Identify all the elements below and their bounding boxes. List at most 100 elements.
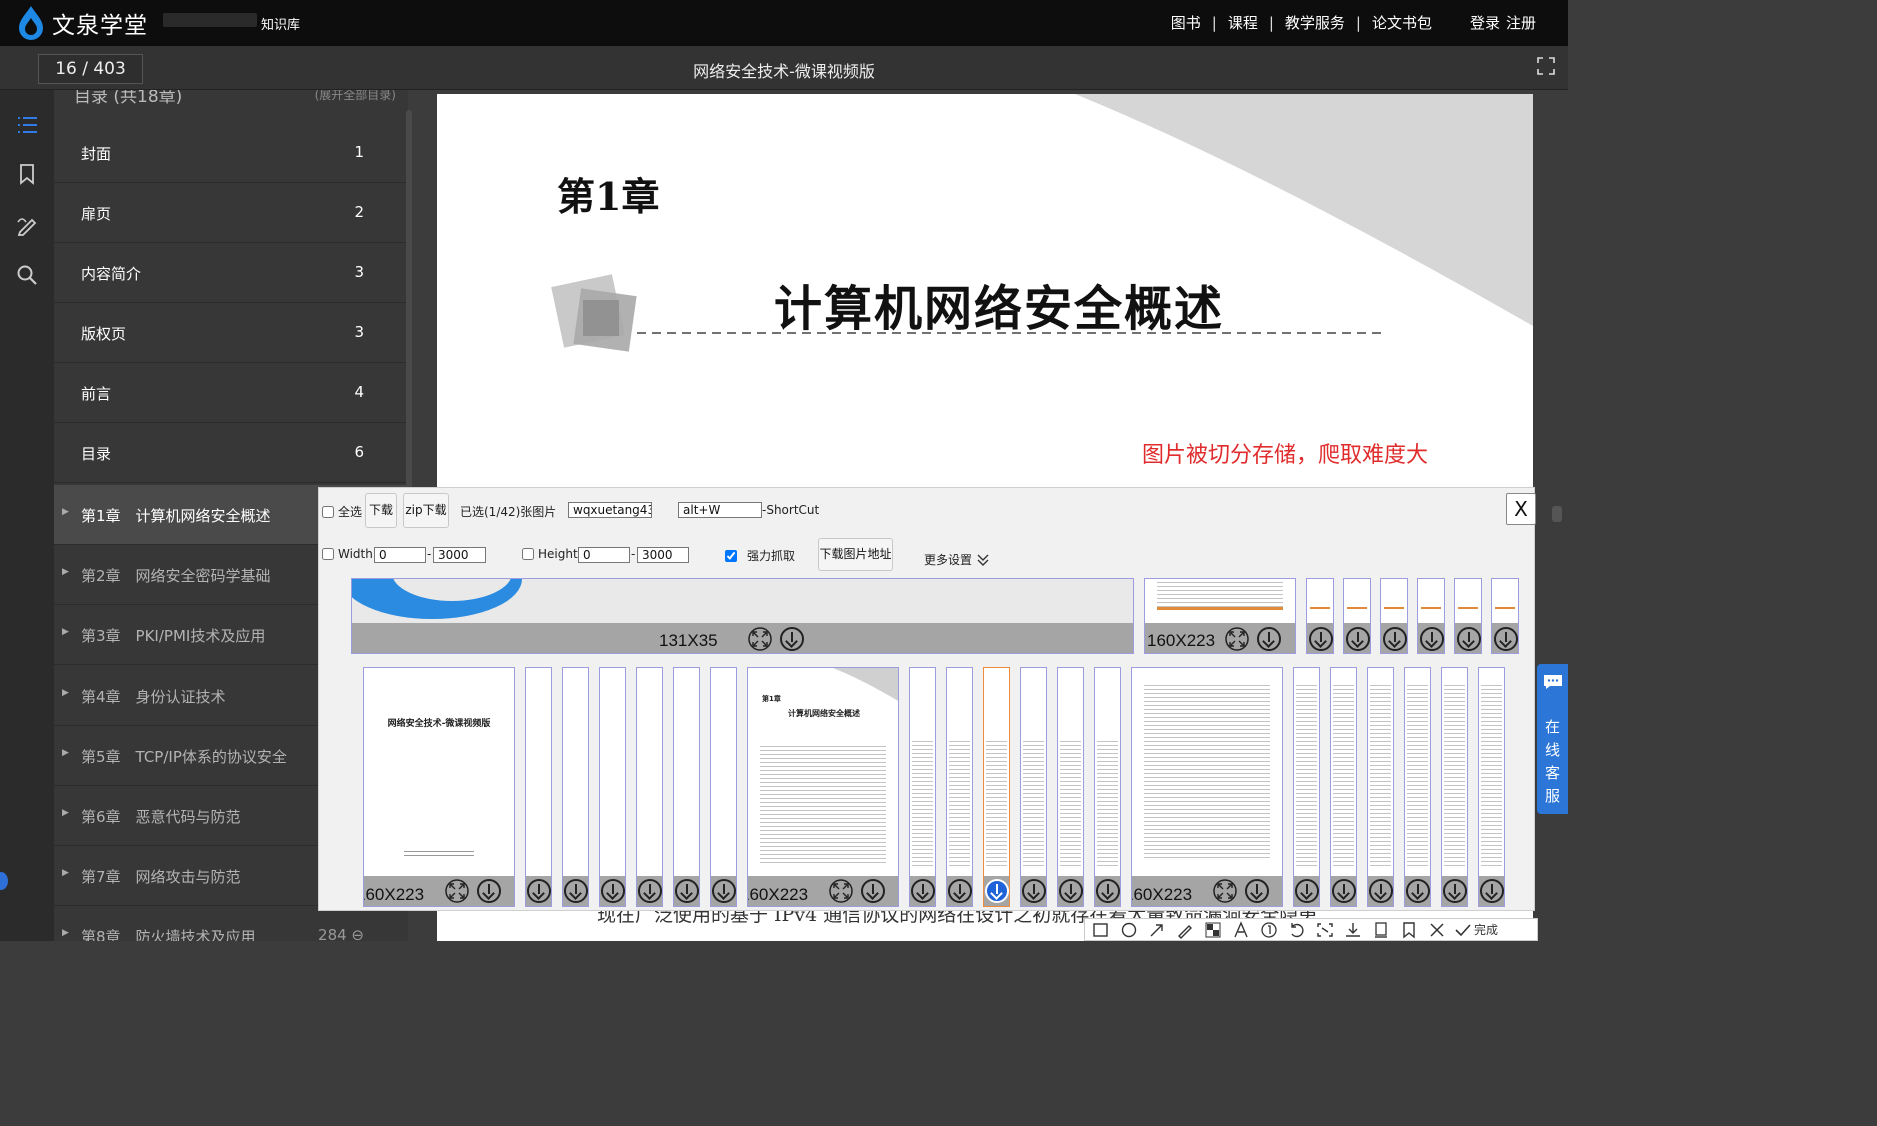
download-icon[interactable] [1245, 879, 1269, 903]
shortcut-input[interactable]: alt+W [678, 502, 762, 518]
image-thumbnail-strip[interactable] [1094, 667, 1121, 907]
image-thumbnail-chapter-page[interactable]: 第1章 计算机网络安全概述 160X223 [747, 667, 899, 907]
number-marker-icon[interactable] [1259, 921, 1279, 939]
image-thumbnail-strip[interactable] [1343, 578, 1371, 654]
download-icon[interactable] [1420, 627, 1444, 651]
height-min-input[interactable]: 0 [578, 547, 630, 563]
image-thumbnail-page[interactable]: 160X223 [1144, 578, 1296, 654]
download-image-urls-button[interactable]: 下载图片地址 [818, 538, 893, 571]
expand-arrow-icon[interactable]: ▶ [62, 567, 69, 577]
rectangle-tool-icon[interactable] [1091, 921, 1111, 939]
pin-icon[interactable] [1371, 921, 1391, 939]
expand-arrow-icon[interactable]: ▶ [62, 928, 69, 938]
image-thumbnail-strip[interactable] [946, 667, 973, 907]
download-icon[interactable] [1457, 627, 1481, 651]
download-icon[interactable] [780, 627, 804, 651]
image-thumbnail-title-page[interactable]: 网络安全技术-微课视频版 160X223 [363, 667, 515, 907]
image-thumbnail-strip[interactable] [525, 667, 552, 907]
toc-item-preface[interactable]: 前言 4 [54, 363, 408, 423]
pen-tool-icon[interactable] [1175, 921, 1195, 939]
expand-icon[interactable] [445, 879, 469, 903]
fullscreen-icon[interactable] [1537, 57, 1555, 75]
image-thumbnail-strip[interactable] [1454, 578, 1482, 654]
toc-item-title-page[interactable]: 扉页 2 [54, 183, 408, 243]
expand-arrow-icon[interactable]: ▶ [62, 748, 69, 758]
height-filter-checkbox[interactable] [522, 548, 534, 560]
download-icon[interactable] [675, 879, 699, 903]
toc-expand-all-link[interactable]: (展开全部目录) [315, 90, 396, 103]
mosaic-tool-icon[interactable] [1203, 921, 1223, 939]
expand-arrow-icon[interactable]: ▶ [62, 808, 69, 818]
width-max-input[interactable]: 3000 [433, 547, 486, 563]
image-thumbnail-strip[interactable] [1441, 667, 1468, 907]
bookmark-tool-icon[interactable] [1399, 921, 1419, 939]
image-thumbnail-logo[interactable]: 131X35 [351, 578, 1134, 654]
bookmark-icon[interactable] [16, 163, 38, 185]
image-thumbnail-strip[interactable] [636, 667, 663, 907]
expand-arrow-icon[interactable]: ▶ [62, 688, 69, 698]
login-link[interactable]: 登录 [1470, 12, 1500, 33]
image-thumbnail-strip[interactable] [1417, 578, 1445, 654]
download-icon[interactable] [601, 879, 625, 903]
image-thumbnail-strip[interactable] [1404, 667, 1431, 907]
crop-icon[interactable] [1315, 921, 1335, 939]
nav-link-courses[interactable]: 课程 [1228, 12, 1258, 33]
save-download-icon[interactable] [1343, 921, 1363, 939]
download-icon[interactable] [948, 879, 972, 903]
download-icon[interactable] [564, 879, 588, 903]
image-thumbnail-strip[interactable] [1367, 667, 1394, 907]
image-thumbnail-strip[interactable] [1380, 578, 1408, 654]
close-panel-button[interactable]: X [1506, 493, 1536, 525]
expand-icon[interactable] [829, 879, 853, 903]
expand-icon[interactable] [748, 627, 772, 651]
download-icon[interactable] [1494, 627, 1518, 651]
knowledge-base-label[interactable]: 知识库 [261, 14, 300, 33]
toc-item-contents[interactable]: 目录 6 [54, 423, 408, 483]
download-icon[interactable] [1309, 627, 1333, 651]
annotate-pen-icon[interactable] [16, 214, 38, 236]
image-thumbnail-strip[interactable] [710, 667, 737, 907]
download-icon[interactable] [1332, 879, 1356, 903]
nav-link-thesis[interactable]: 论文书包 [1372, 12, 1432, 33]
force-capture-control[interactable]: 强力抓取 [725, 547, 795, 564]
download-icon[interactable] [1096, 879, 1120, 903]
width-min-input[interactable]: 0 [374, 547, 426, 563]
expand-icon[interactable] [1225, 627, 1249, 651]
done-button[interactable]: 完成 [1455, 921, 1498, 938]
expand-arrow-icon[interactable]: ▶ [62, 868, 69, 878]
toc-list-icon[interactable] [16, 114, 38, 136]
page-scrollbar[interactable] [1552, 506, 1562, 522]
image-thumbnail-strip[interactable] [1306, 578, 1334, 654]
expand-icon[interactable] [1213, 879, 1237, 903]
register-link[interactable]: 注册 [1506, 12, 1536, 33]
toc-chapter-8[interactable]: ▶ 第8章 防火墙技术及应用 284 ⊖ [54, 906, 408, 941]
nav-link-books[interactable]: 图书 [1171, 12, 1201, 33]
text-tool-icon[interactable] [1231, 920, 1251, 939]
online-support-button[interactable]: 在 线 客 服 [1537, 664, 1568, 814]
toc-item-cover[interactable]: 封面 1 [54, 123, 408, 183]
download-icon[interactable] [1295, 879, 1319, 903]
force-capture-checkbox[interactable] [725, 549, 737, 562]
zip-download-button[interactable]: zip下载 [403, 493, 449, 528]
download-icon[interactable] [1059, 879, 1083, 903]
image-thumbnail-strip[interactable] [1478, 667, 1505, 907]
toc-item-copyright[interactable]: 版权页 3 [54, 303, 408, 363]
image-thumbnail-strip[interactable] [1293, 667, 1320, 907]
download-icon[interactable] [1383, 627, 1407, 651]
download-icon[interactable] [1369, 879, 1393, 903]
toc-item-summary[interactable]: 内容简介 3 [54, 243, 408, 303]
download-icon[interactable] [712, 879, 736, 903]
select-all-checkbox[interactable] [322, 505, 334, 518]
download-icon[interactable] [1346, 627, 1370, 651]
image-thumbnail-strip-selected[interactable] [983, 667, 1010, 907]
page-indicator[interactable]: 16 / 403 [38, 54, 143, 84]
download-icon[interactable] [861, 879, 885, 903]
download-icon[interactable] [1022, 879, 1046, 903]
image-thumbnail-strip[interactable] [1491, 578, 1519, 654]
download-icon[interactable] [1257, 627, 1281, 651]
image-thumbnail-strip[interactable] [1330, 667, 1357, 907]
download-button[interactable]: 下载 [365, 493, 397, 528]
download-icon[interactable] [477, 879, 501, 903]
image-thumbnail-text-page[interactable]: 160X223 [1131, 667, 1283, 907]
download-icon[interactable] [1406, 879, 1430, 903]
